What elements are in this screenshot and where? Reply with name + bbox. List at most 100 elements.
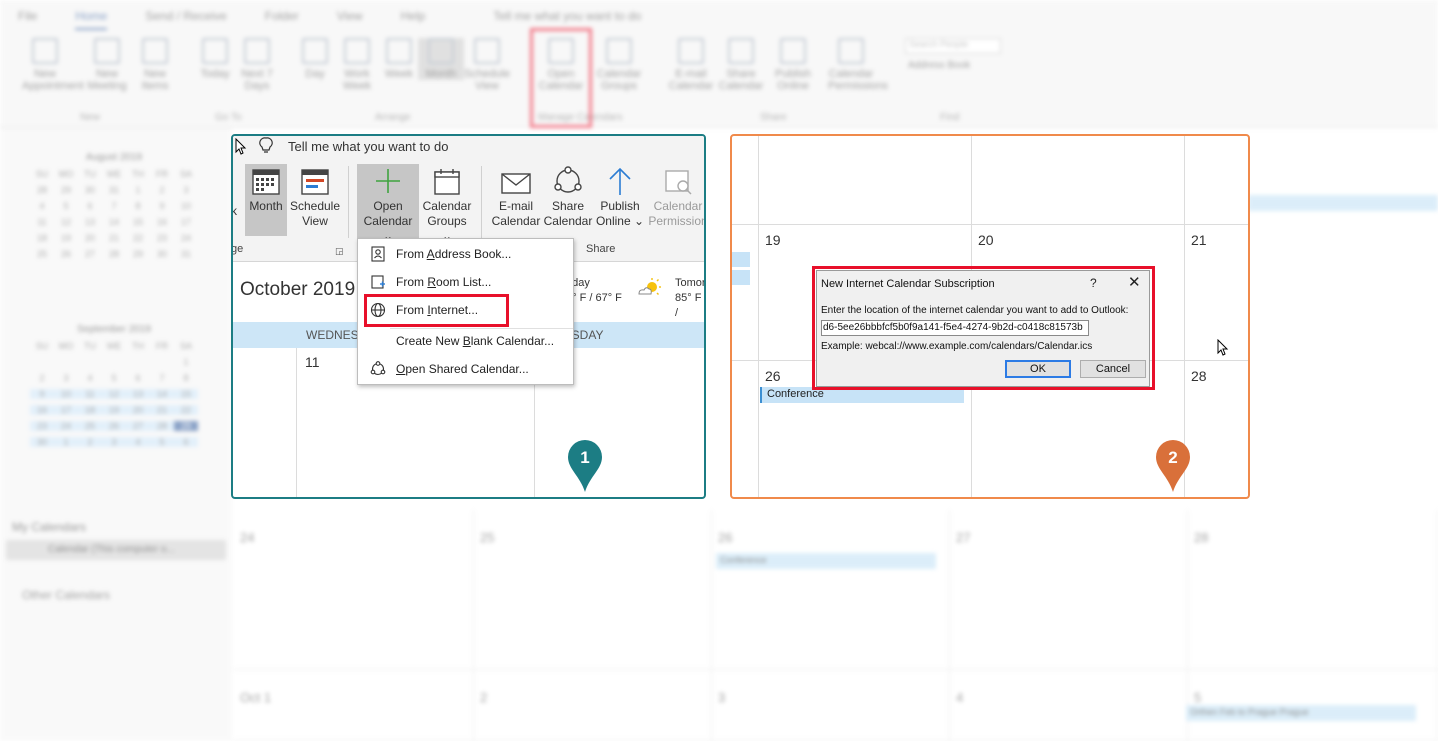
event-bar-partial[interactable]: [732, 252, 750, 267]
mini-calendar-day[interactable]: 18: [78, 405, 102, 415]
mini-calendar-day[interactable]: 28: [150, 421, 174, 431]
mini-calendar-day[interactable]: 25: [78, 421, 102, 431]
mini-calendar-day[interactable]: 23: [30, 421, 54, 431]
email-calendar-button[interactable]: E-mail Calendar: [491, 164, 541, 229]
mini-calendar-day[interactable]: 2: [30, 373, 54, 383]
day-cell[interactable]: 4: [950, 670, 1188, 741]
mini-calendar-day[interactable]: 10: [174, 201, 198, 211]
publish-online-button[interactable]: Publish Online: [770, 38, 816, 92]
dialog-launcher-icon[interactable]: ◲: [335, 246, 344, 257]
work-week-view-button[interactable]: Work Week: [334, 38, 380, 92]
mini-calendar-grid[interactable]: SU MO TU WE TH FR SA 28 29 30 31 1 2 3 4 5 6 7 8 9 10 11 12 13 1…: [30, 169, 198, 259]
mini-calendar-day[interactable]: 3: [54, 373, 78, 383]
tab-home[interactable]: Home: [75, 9, 108, 30]
next-7-days-button[interactable]: Next 7 Days: [234, 38, 280, 92]
day-number[interactable]: 26: [765, 368, 781, 384]
mini-calendar-day[interactable]: 7: [102, 201, 126, 211]
new-appointment-button[interactable]: New Appointment: [22, 38, 84, 92]
schedule-view-button[interactable]: Schedule View: [464, 38, 510, 92]
mini-calendar-day[interactable]: [30, 357, 54, 367]
mini-calendar-day[interactable]: 8: [126, 201, 150, 211]
calendar-event[interactable]: Orthen Feb to Prague Prague: [1186, 705, 1416, 721]
mini-calendar-day[interactable]: 11: [78, 389, 102, 399]
day-number[interactable]: 21: [1191, 232, 1207, 248]
publish-online-button[interactable]: Publish Online ⌄: [595, 164, 645, 229]
day-cell[interactable]: 3: [712, 670, 950, 741]
mini-calendar-day[interactable]: 17: [174, 217, 198, 227]
day-cell[interactable]: 2: [474, 670, 712, 741]
mini-calendar-day[interactable]: 5: [54, 201, 78, 211]
week-view-button-partial[interactable]: k: [233, 204, 237, 219]
schedule-view-button[interactable]: Schedule View: [289, 164, 341, 229]
mini-calendar-day[interactable]: 13: [78, 217, 102, 227]
mini-calendar-day[interactable]: 4: [78, 373, 102, 383]
mini-calendar-day[interactable]: 13: [126, 389, 150, 399]
search-people-input[interactable]: Search People: [905, 38, 1001, 54]
calendar-folder-item[interactable]: Calendar (This computer o...: [6, 540, 226, 560]
create-blank-calendar-item[interactable]: Create New Blank Calendar...: [358, 328, 573, 354]
mini-calendar-day[interactable]: 11: [30, 217, 54, 227]
calendar-permissions-button[interactable]: Calendar Permissions: [828, 38, 888, 92]
new-meeting-button[interactable]: New Meeting: [84, 38, 130, 92]
mini-calendar-day[interactable]: 25: [30, 249, 54, 259]
day-cell[interactable]: Oct 1: [234, 670, 474, 741]
month-view-button[interactable]: Month: [418, 38, 464, 80]
mini-calendar-day[interactable]: 4: [126, 437, 150, 447]
mini-calendar-day[interactable]: [102, 357, 126, 367]
mini-calendar-day[interactable]: 20: [78, 233, 102, 243]
mini-calendar-day[interactable]: 31: [174, 249, 198, 259]
day-view-button[interactable]: Day: [292, 38, 338, 80]
mini-calendar-day[interactable]: 28: [30, 185, 54, 195]
mini-calendar-day[interactable]: 19: [102, 405, 126, 415]
email-calendar-button[interactable]: E-mail Calendar: [668, 38, 714, 92]
mini-calendar-day[interactable]: 1: [174, 357, 198, 367]
day-number[interactable]: 28: [1191, 368, 1207, 384]
mini-calendar-day[interactable]: 31: [102, 185, 126, 195]
mini-calendar-day[interactable]: 6: [126, 373, 150, 383]
mini-calendar-day[interactable]: 20: [126, 405, 150, 415]
mini-calendar-day[interactable]: 29: [174, 421, 198, 431]
mini-calendar-day[interactable]: 3: [102, 437, 126, 447]
mini-calendar-day[interactable]: 2: [150, 185, 174, 195]
week-view-button[interactable]: Week: [376, 38, 422, 80]
calendar-groups-button[interactable]: Calendar Groups ⌄: [421, 164, 473, 244]
mini-calendar-day[interactable]: 14: [150, 389, 174, 399]
mini-calendar-day[interactable]: [78, 357, 102, 367]
tab-file[interactable]: File: [18, 9, 37, 30]
tell-me-input[interactable]: Tell me what you want to do: [288, 139, 448, 154]
mini-calendar-day[interactable]: 24: [54, 421, 78, 431]
mini-calendar-day[interactable]: 30: [150, 249, 174, 259]
tab-view[interactable]: View: [337, 9, 363, 30]
mini-calendar-day[interactable]: 12: [102, 389, 126, 399]
other-calendars-header[interactable]: Other Calendars: [22, 588, 110, 602]
tab-folder[interactable]: Folder: [265, 9, 299, 30]
month-view-button[interactable]: Month: [245, 164, 287, 236]
mini-calendar-day[interactable]: 2: [78, 437, 102, 447]
open-calendar-button[interactable]: Open Calendar ⌄: [357, 164, 419, 243]
mini-calendar-day[interactable]: 23: [150, 233, 174, 243]
mini-calendar-day[interactable]: 21: [150, 405, 174, 415]
mini-calendar-day[interactable]: 9: [30, 389, 54, 399]
today-button[interactable]: Today: [192, 38, 238, 80]
mini-calendar-day[interactable]: 9: [150, 201, 174, 211]
mini-calendar-day[interactable]: 26: [102, 421, 126, 431]
mini-calendar-day[interactable]: 16: [150, 217, 174, 227]
calendar-event[interactable]: Conference: [716, 553, 936, 569]
mini-calendar-day[interactable]: 30: [78, 185, 102, 195]
mini-calendar-day[interactable]: [54, 357, 78, 367]
mini-calendar-day[interactable]: 6: [174, 437, 198, 447]
day-number[interactable]: 11: [305, 354, 320, 370]
tab-help[interactable]: Help: [401, 9, 426, 30]
day-number[interactable]: 20: [978, 232, 994, 248]
from-room-list-item[interactable]: From Room List...: [358, 269, 573, 295]
from-address-book-item[interactable]: From Address Book...: [358, 241, 573, 267]
mini-calendar-day[interactable]: 1: [126, 185, 150, 195]
mini-calendar-day[interactable]: 22: [174, 405, 198, 415]
mini-calendar-day[interactable]: 29: [126, 249, 150, 259]
mini-calendar-day[interactable]: 19: [54, 233, 78, 243]
mini-calendar-day[interactable]: 6: [78, 201, 102, 211]
mini-calendar-day[interactable]: 5: [150, 437, 174, 447]
calendar-groups-button[interactable]: Calendar Groups: [596, 38, 642, 92]
mini-calendar-day[interactable]: 17: [54, 405, 78, 415]
mini-calendar-day[interactable]: 27: [126, 421, 150, 431]
